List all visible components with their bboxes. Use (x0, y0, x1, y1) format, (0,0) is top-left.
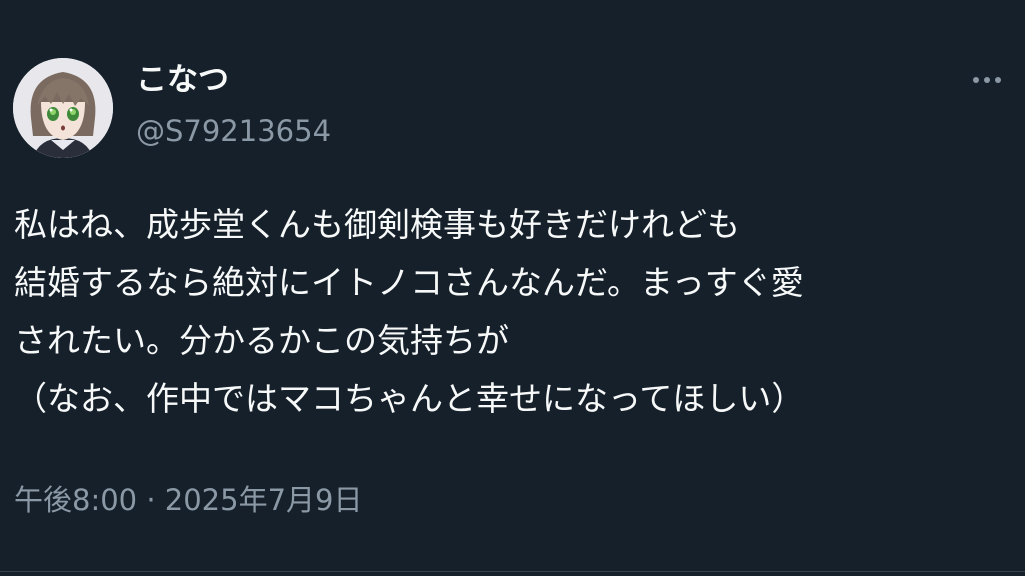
more-options-button[interactable] (962, 58, 1012, 102)
tweet-text-line: 結婚するなら絶対にイトノコさんなんだ。まっすぐ愛 (14, 263, 804, 302)
tweet-text-line: （なお、作中ではマコちゃんと幸せになってほしい） (14, 379, 805, 418)
more-horizontal-icon (973, 77, 979, 83)
more-horizontal-icon (984, 77, 990, 83)
tweet-date: 2025年7月9日 (164, 483, 363, 517)
tweet-text-line: されたい。分かるかこの気持ちが (14, 321, 509, 360)
avatar[interactable] (13, 58, 113, 158)
tweet-text-line: 私はね、成歩堂くんも御剣検事も好きだけれども (14, 205, 740, 244)
user-handle[interactable]: @S79213654 (136, 110, 331, 152)
tweet-timestamp[interactable]: 午後8:00 · 2025年7月9日 (14, 478, 363, 522)
tweet-time: 午後8:00 (14, 483, 138, 517)
meta-separator: · (146, 483, 156, 517)
anime-avatar-icon (13, 58, 113, 158)
tweet-text: 私はね、成歩堂くんも御剣検事も好きだけれども 結婚するなら絶対にイトノコさんなん… (14, 196, 1009, 428)
divider (0, 571, 1025, 572)
more-horizontal-icon (995, 77, 1001, 83)
display-name[interactable]: こなつ (136, 58, 229, 102)
tweet: こなつ @S79213654 私はね、成歩堂くんも御剣検事も好きだけれども 結婚… (0, 0, 1025, 576)
